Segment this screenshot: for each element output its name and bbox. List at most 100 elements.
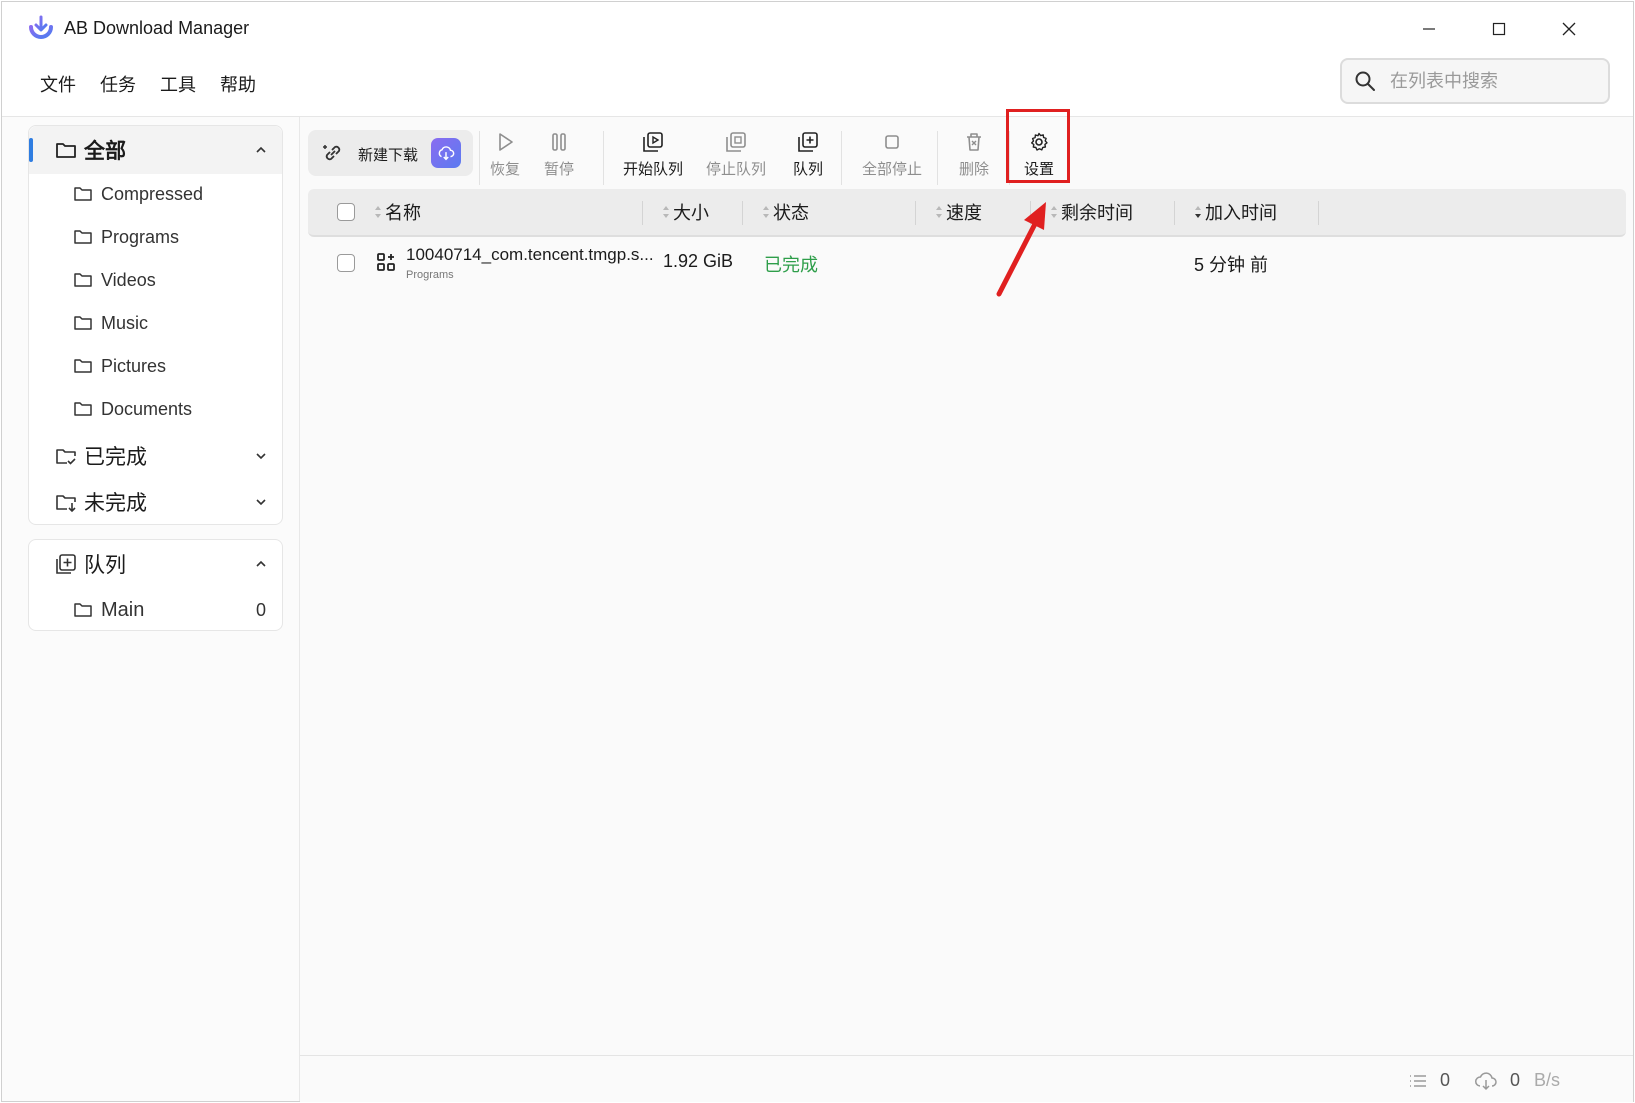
- folder-icon: [56, 143, 76, 158]
- column-size[interactable]: 大小: [661, 189, 709, 235]
- close-icon: [1562, 22, 1576, 36]
- menu-tasks[interactable]: 任务: [88, 70, 148, 100]
- column-size-label: 大小: [673, 203, 709, 223]
- program-file-icon: [377, 253, 395, 271]
- chevron-down-icon[interactable]: [254, 449, 268, 463]
- speed-unit: B/s: [1534, 1070, 1561, 1090]
- sidebar: 全部 Compressed Programs Videos Music Pict…: [2, 117, 300, 1101]
- close-button[interactable]: [1546, 10, 1592, 48]
- category-completed-label: 已完成: [84, 446, 147, 469]
- cloud-download-icon: [1475, 1071, 1497, 1090]
- title-bar: AB Download Manager: [2, 2, 1633, 56]
- column-status[interactable]: 状态: [761, 189, 809, 235]
- row-checkbox[interactable]: [337, 254, 355, 272]
- sidebar-item-label: Compressed: [101, 183, 204, 204]
- file-category: Programs: [406, 269, 454, 281]
- maximize-icon: [1492, 22, 1506, 36]
- status-bar: 0 0 B/s: [300, 1055, 1633, 1102]
- stop-all-button[interactable]: 全部停止: [860, 129, 924, 181]
- sidebar-item-programs[interactable]: Programs: [73, 217, 273, 257]
- sort-icon: [375, 206, 381, 218]
- stop-icon: [885, 135, 899, 149]
- sidebar-item-label: Videos: [101, 269, 156, 290]
- delete-button[interactable]: 删除: [954, 129, 994, 181]
- queue-button[interactable]: 队列: [786, 129, 830, 181]
- select-all-checkbox[interactable]: [337, 203, 355, 221]
- search-icon: [1355, 71, 1375, 91]
- menu-tools[interactable]: 工具: [148, 70, 208, 100]
- delete-label: 删除: [958, 161, 989, 178]
- chevron-down-icon[interactable]: [254, 495, 268, 509]
- category-incomplete[interactable]: 未完成: [29, 478, 282, 526]
- active-marker: [29, 138, 33, 162]
- menu-file[interactable]: 文件: [28, 70, 88, 100]
- folder-icon: [74, 402, 92, 416]
- column-divider: [742, 201, 743, 225]
- table-row[interactable]: 10040714_com.tencent.tmgp.s... Programs …: [308, 245, 1626, 301]
- trash-icon: [967, 133, 981, 151]
- new-download-button[interactable]: 新建下载: [308, 130, 473, 176]
- start-queue-icon: [643, 132, 663, 152]
- new-download-label: 新建下载: [358, 147, 419, 164]
- queue-add-icon: [798, 132, 818, 152]
- sidebar-item-music[interactable]: Music: [73, 303, 273, 343]
- sidebar-item-label: Pictures: [101, 355, 167, 376]
- sidebar-item-pictures[interactable]: Pictures: [73, 346, 273, 386]
- search-box: [1340, 58, 1610, 104]
- category-all[interactable]: 全部: [29, 126, 282, 174]
- folder-icon: [74, 603, 92, 617]
- queues-header[interactable]: 队列: [29, 540, 282, 588]
- toolbar-divider: [479, 131, 480, 185]
- add-link-icon: [323, 145, 341, 161]
- menu-bar: 文件 任务 工具 帮助: [28, 70, 268, 100]
- pause-button[interactable]: 暂停: [536, 129, 582, 181]
- start-queue-label: 开始队列: [622, 161, 683, 178]
- stop-queue-icon: [726, 132, 746, 152]
- folder-icon: [74, 230, 92, 244]
- file-added-time: 5 分钟 前: [1194, 255, 1269, 275]
- queue-item-main[interactable]: Main: [73, 590, 273, 630]
- toolbar-divider: [603, 131, 604, 185]
- folder-icon: [74, 359, 92, 373]
- category-card: 全部 Compressed Programs Videos Music Pict…: [28, 125, 283, 525]
- cloud-download-icon[interactable]: [431, 138, 461, 168]
- queue-label: 队列: [792, 161, 823, 178]
- toolbar-divider: [841, 131, 842, 185]
- sidebar-item-videos[interactable]: Videos: [73, 260, 273, 300]
- column-remaining[interactable]: 剩余时间: [1049, 189, 1133, 235]
- folder-icon: [74, 273, 92, 287]
- chevron-up-icon[interactable]: [254, 557, 268, 571]
- sidebar-item-compressed[interactable]: Compressed: [73, 174, 273, 214]
- file-name: 10040714_com.tencent.tmgp.s...: [406, 245, 654, 264]
- pause-icon: [552, 133, 566, 151]
- resume-button[interactable]: 恢复: [482, 129, 528, 181]
- sidebar-item-documents[interactable]: Documents: [73, 389, 273, 429]
- sort-icon: [936, 206, 942, 218]
- category-incomplete-label: 未完成: [84, 492, 147, 515]
- active-downloads: 0: [1408, 1070, 1450, 1091]
- chevron-up-icon[interactable]: [254, 143, 268, 157]
- queues-label: 队列: [84, 554, 126, 577]
- column-name[interactable]: 名称: [373, 189, 421, 235]
- sidebar-item-label: Music: [101, 312, 149, 333]
- column-status-label: 状态: [773, 203, 809, 223]
- menu-help[interactable]: 帮助: [208, 70, 268, 100]
- resume-label: 恢复: [489, 161, 520, 178]
- search-input[interactable]: [1388, 69, 1592, 93]
- sort-icon: [763, 206, 769, 218]
- sort-icon: [663, 206, 669, 218]
- column-added[interactable]: 加入时间: [1193, 189, 1277, 235]
- stop-queue-button[interactable]: 停止队列: [704, 129, 768, 181]
- start-queue-button[interactable]: 开始队列: [621, 129, 685, 181]
- file-size: 1.92 GiB: [663, 251, 734, 271]
- queue-add-icon: [56, 554, 76, 574]
- sidebar-item-label: Programs: [101, 226, 180, 247]
- speed-value: 0: [1510, 1070, 1521, 1090]
- column-speed[interactable]: 速度: [934, 189, 982, 235]
- column-name-label: 名称: [385, 203, 421, 223]
- category-completed[interactable]: 已完成: [29, 432, 282, 480]
- category-all-label: 全部: [84, 140, 126, 163]
- maximize-button[interactable]: [1476, 10, 1522, 48]
- minimize-button[interactable]: [1406, 10, 1452, 48]
- sort-desc-icon: [1195, 206, 1201, 218]
